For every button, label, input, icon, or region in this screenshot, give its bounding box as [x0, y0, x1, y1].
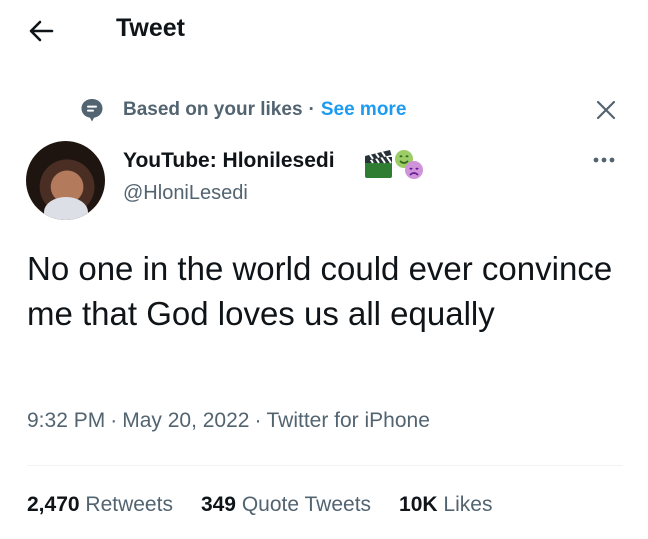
likes-stat[interactable]: 10K Likes: [399, 493, 492, 517]
close-icon: [596, 100, 616, 120]
retweets-stat[interactable]: 2,470 Retweets: [27, 493, 173, 517]
back-button[interactable]: [26, 16, 56, 46]
top-bar: Tweet: [0, 0, 648, 60]
name-emojis: [362, 148, 426, 182]
display-name[interactable]: YouTube: Hlonilesedi: [123, 149, 335, 173]
tweet-metadata: 9:32 PM · May 20, 2022 · Twitter for iPhone: [27, 409, 430, 433]
more-options-button[interactable]: [588, 148, 620, 172]
tweet-source[interactable]: Twitter for iPhone: [266, 409, 429, 432]
more-horizontal-icon: [593, 157, 615, 163]
meta-separator: ·: [110, 409, 118, 432]
context-label: Based on your likes: [123, 99, 303, 120]
context-separator: ·: [308, 99, 315, 120]
close-button[interactable]: [594, 98, 618, 122]
speech-bubble-icon: [81, 99, 103, 122]
likes-label: Likes: [443, 493, 493, 516]
quote-tweets-stat[interactable]: 349 Quote Tweets: [201, 493, 371, 517]
divider: [27, 465, 623, 466]
avatar[interactable]: [26, 141, 105, 220]
quote-tweets-label: Quote Tweets: [241, 493, 372, 516]
tweet-date[interactable]: May 20, 2022: [122, 409, 249, 432]
avatar-shirt: [44, 197, 88, 220]
retweets-count: 2,470: [27, 493, 80, 516]
likes-count: 10K: [399, 493, 438, 516]
see-more-link[interactable]: See more: [321, 99, 407, 120]
performing-arts-emoji: [395, 150, 423, 179]
meta-separator: ·: [254, 409, 262, 432]
engagement-stats: 2,470 Retweets 349 Quote Tweets 10K Likes: [27, 493, 520, 517]
tweet-time[interactable]: 9:32 PM: [27, 409, 105, 432]
retweets-label: Retweets: [85, 493, 173, 516]
arrow-left-icon: [29, 20, 54, 42]
recommendation-context: Based on your likes · See more: [0, 92, 648, 128]
context-text: Based on your likes · See more: [123, 99, 406, 121]
username-handle[interactable]: @HloniLesedi: [123, 182, 248, 205]
quote-tweets-count: 349: [200, 493, 236, 516]
tweet-text: No one in the world could ever convince …: [27, 250, 613, 332]
page-title: Tweet: [116, 14, 185, 42]
clapper-board-emoji: [365, 150, 392, 178]
